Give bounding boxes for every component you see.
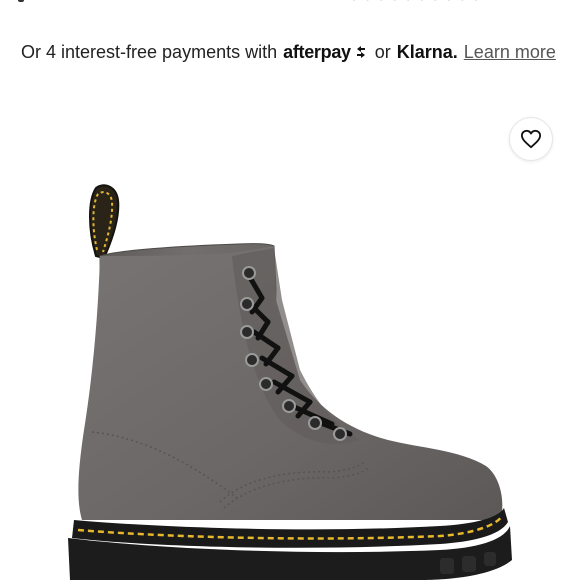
installment-payment-line: Or 4 interest-free payments with afterpa… <box>21 38 556 66</box>
previous-row-remnant: • • • • • • • • • • <box>0 0 580 6</box>
afterpay-logo: afterpay <box>283 42 369 63</box>
afterpay-logo-text: afterpay <box>283 41 351 62</box>
or-connector: or <box>374 41 391 62</box>
favorite-button[interactable] <box>509 117 553 161</box>
afterpay-arrows-icon <box>356 46 365 58</box>
boot-image <box>68 184 512 580</box>
installment-text: Or 4 interest-free payments with <box>21 41 278 62</box>
heart-icon <box>521 129 541 149</box>
rating-stars-remnant: • • • • • • • • • • <box>352 0 481 6</box>
text-fragment <box>18 0 24 2</box>
learn-more-link[interactable]: Learn more <box>464 42 556 63</box>
klarna-logo: Klarna. <box>396 41 458 62</box>
